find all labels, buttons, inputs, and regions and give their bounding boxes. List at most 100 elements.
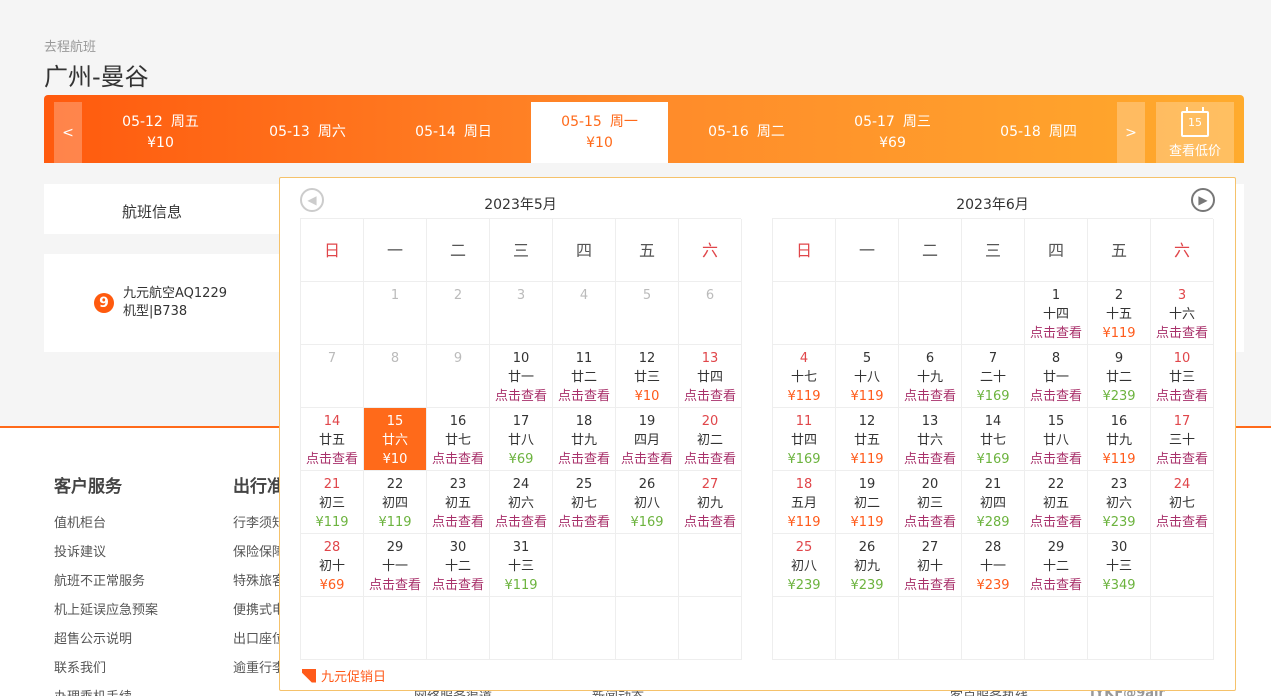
day-number: 2 — [453, 288, 463, 303]
day-price: ¥169 — [976, 389, 1010, 404]
calendar-day[interactable]: 12 廿三 ¥10 — [616, 345, 679, 408]
calendar-day[interactable]: 15 廿八 点击查看 — [1025, 408, 1088, 471]
calendar-day[interactable]: 24 初六 点击查看 — [490, 471, 553, 534]
date-tab[interactable]: 05-16 周二 — [678, 102, 815, 163]
footer-link[interactable]: 联系我们 — [54, 654, 158, 683]
calendar-day[interactable]: 10 廿三 点击查看 — [1151, 345, 1214, 408]
day-number: 14 — [323, 414, 341, 429]
flight-number: 九元航空AQ1229 — [123, 286, 227, 301]
view-price-link: 点击查看 — [683, 389, 736, 404]
date-tab-date: 05-13 — [269, 124, 310, 140]
calendar-day: 1 — [364, 282, 427, 345]
calendar-day[interactable]: 23 初六 ¥239 — [1088, 471, 1151, 534]
footer-link[interactable]: 机上延误应急预案 — [54, 596, 158, 625]
day-number: 12 — [858, 414, 876, 429]
calendar-day[interactable]: 17 三十 点击查看 — [1151, 408, 1214, 471]
view-price-link: 点击查看 — [557, 452, 610, 467]
calendar-day[interactable]: 20 初二 点击查看 — [679, 408, 742, 471]
day-number: 1 — [390, 288, 400, 303]
calendar-day[interactable]: 21 初四 ¥289 — [962, 471, 1025, 534]
weekday-header: 三 — [490, 219, 553, 282]
date-tab-weekday: 周四 — [1048, 124, 1077, 140]
calendar-day[interactable]: 19 初二 ¥119 — [836, 471, 899, 534]
lunar-date: 廿四 — [696, 370, 723, 385]
day-number: 22 — [386, 477, 404, 492]
calendar-day[interactable]: 21 初三 ¥119 — [301, 471, 364, 534]
calendar-day[interactable]: 26 初八 ¥169 — [616, 471, 679, 534]
calendar-day[interactable]: 17 廿八 ¥69 — [490, 408, 553, 471]
calendar-day[interactable]: 7 二十 ¥169 — [962, 345, 1025, 408]
calendar-day[interactable]: 13 廿四 点击查看 — [679, 345, 742, 408]
date-tab[interactable]: 05-18 周四 — [970, 102, 1107, 163]
footer-link[interactable]: 值机柜台 — [54, 509, 158, 538]
date-tab[interactable]: 05-15 周一 ¥10 — [531, 102, 668, 163]
calendar-day[interactable]: 9 廿二 ¥239 — [1088, 345, 1151, 408]
calendar-day[interactable]: 14 廿五 点击查看 — [301, 408, 364, 471]
calendar-day[interactable]: 8 廿一 点击查看 — [1025, 345, 1088, 408]
footer-link[interactable]: 办理乘机手续 — [54, 683, 158, 696]
calendar-day[interactable]: 19 四月 点击查看 — [616, 408, 679, 471]
calendar-day[interactable]: 15 廿六 ¥10 — [364, 408, 427, 471]
calendar-day[interactable]: 28 十一 ¥239 — [962, 534, 1025, 597]
calendar-day[interactable]: 29 十二 点击查看 — [1025, 534, 1088, 597]
calendar-day[interactable]: 24 初七 点击查看 — [1151, 471, 1214, 534]
lowest-price-button[interactable]: 15 查看低价 — [1156, 102, 1234, 163]
day-number: 18 — [575, 414, 593, 429]
view-price-link: 点击查看 — [494, 389, 547, 404]
calendar-day[interactable]: 5 十八 ¥119 — [836, 345, 899, 408]
calendar-day[interactable]: 30 十三 ¥349 — [1088, 534, 1151, 597]
lunar-date: 初六 — [1105, 496, 1132, 511]
calendar-day[interactable]: 13 廿六 点击查看 — [899, 408, 962, 471]
calendar-day[interactable]: 18 廿九 点击查看 — [553, 408, 616, 471]
date-tab[interactable]: 05-17 周三 ¥69 — [824, 102, 961, 163]
calendar-day[interactable]: 29 十一 点击查看 — [364, 534, 427, 597]
calendar-day[interactable]: 10 廿一 点击查看 — [490, 345, 553, 408]
calendar-day[interactable]: 12 廿五 ¥119 — [836, 408, 899, 471]
next-dates-button[interactable]: > — [1117, 102, 1145, 163]
calendar-day[interactable]: 22 初四 ¥119 — [364, 471, 427, 534]
calendar-day[interactable]: 11 廿四 ¥169 — [773, 408, 836, 471]
footer-link[interactable]: 投诉建议 — [54, 538, 158, 567]
day-number: 23 — [449, 477, 467, 492]
calendar-day[interactable]: 28 初十 ¥69 — [301, 534, 364, 597]
calendar-day[interactable]: 26 初九 ¥239 — [836, 534, 899, 597]
day-price: ¥69 — [508, 452, 534, 467]
flight-card[interactable]: 9 九元航空AQ1229 机型|B738 — [44, 254, 284, 352]
date-tab[interactable]: 05-14 周日 — [385, 102, 522, 163]
calendar-day[interactable]: 27 初十 点击查看 — [899, 534, 962, 597]
calendar-day[interactable]: 25 初八 ¥239 — [773, 534, 836, 597]
airline-logo-icon: 9 — [94, 293, 114, 313]
calendar-day[interactable]: 25 初七 点击查看 — [553, 471, 616, 534]
prev-dates-button[interactable]: < — [54, 102, 82, 163]
footer-link[interactable]: 航班不正常服务 — [54, 567, 158, 596]
calendar-day[interactable]: 14 廿七 ¥169 — [962, 408, 1025, 471]
date-tab[interactable]: 05-12 周五 ¥10 — [92, 102, 229, 163]
day-number: 21 — [984, 477, 1002, 492]
date-strip: < 05-12 周五 ¥10 05-13 周六 05-14 周日 05-15 周一 ¥10 05-1… — [44, 95, 1244, 163]
date-tab[interactable]: 05-13 周六 — [239, 102, 376, 163]
calendar-day[interactable]: 11 廿二 点击查看 — [553, 345, 616, 408]
date-tab-weekday: 周日 — [463, 124, 492, 140]
lunar-date: 十六 — [1168, 307, 1195, 322]
calendar-day[interactable]: 4 十七 ¥119 — [773, 345, 836, 408]
calendar-day[interactable]: 3 十六 点击查看 — [1151, 282, 1214, 345]
calendar-day[interactable]: 6 十九 点击查看 — [899, 345, 962, 408]
calendar-day[interactable]: 1 十四 点击查看 — [1025, 282, 1088, 345]
calendar-day[interactable]: 20 初三 点击查看 — [899, 471, 962, 534]
calendar-day[interactable]: 2 十五 ¥119 — [1088, 282, 1151, 345]
calendar-day[interactable]: 23 初五 点击查看 — [427, 471, 490, 534]
day-number: 24 — [512, 477, 530, 492]
date-tab-weekday: 周三 — [902, 113, 931, 130]
calendar-day: 6 — [679, 282, 742, 345]
footer-link[interactable]: 超售公示说明 — [54, 625, 158, 654]
calendar-day[interactable]: 31 十三 ¥119 — [490, 534, 553, 597]
calendar-day[interactable]: 18 五月 ¥119 — [773, 471, 836, 534]
calendar-day[interactable]: 27 初九 点击查看 — [679, 471, 742, 534]
day-price: ¥119 — [850, 389, 884, 404]
calendar-day[interactable]: 30 十二 点击查看 — [427, 534, 490, 597]
day-price: ¥10 — [382, 452, 408, 467]
calendar-day[interactable]: 16 廿七 点击查看 — [427, 408, 490, 471]
calendar-day[interactable]: 16 廿九 ¥119 — [1088, 408, 1151, 471]
lunar-date: 初十 — [916, 559, 943, 574]
calendar-day[interactable]: 22 初五 点击查看 — [1025, 471, 1088, 534]
